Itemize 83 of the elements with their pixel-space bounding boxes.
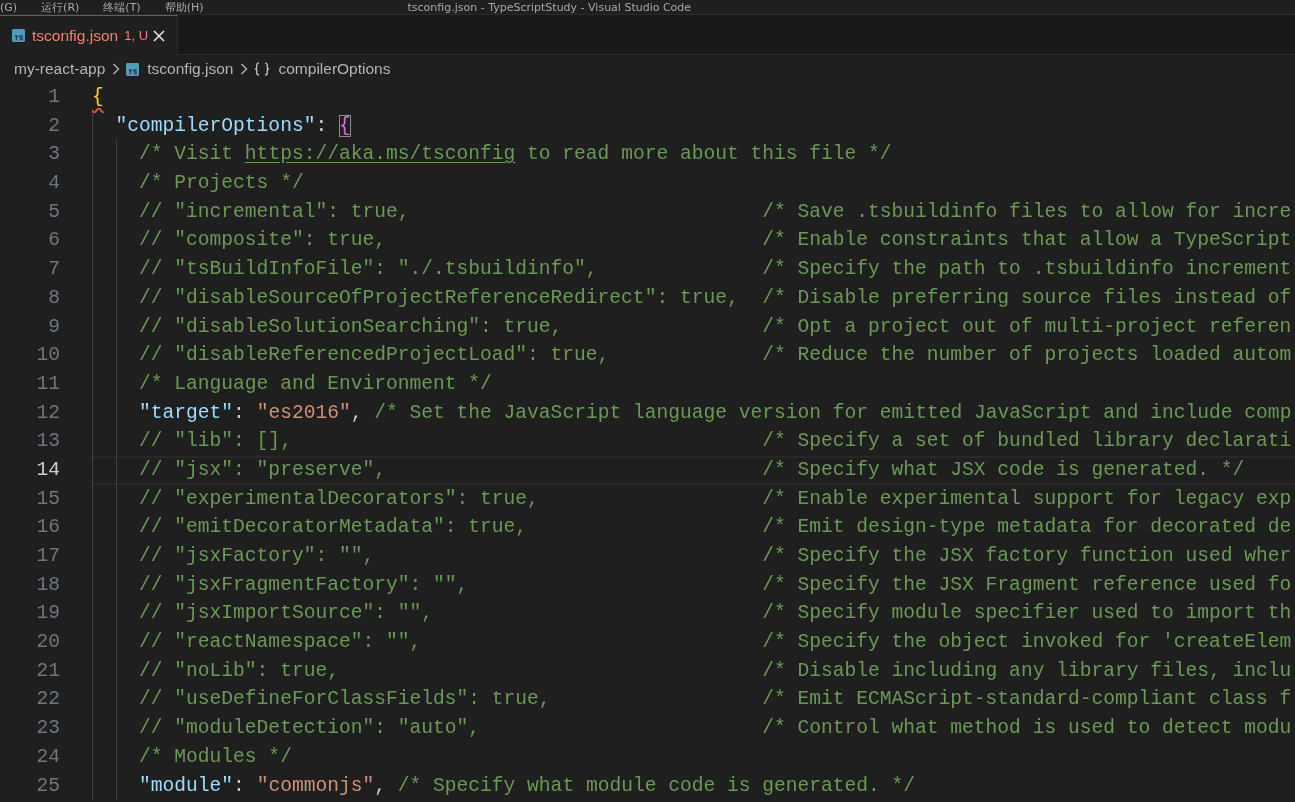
code-comment: /* Save .tsbuildinfo files to allow for incre xyxy=(762,199,1292,225)
commented-option: // "experimentalDecorators": true, xyxy=(139,484,539,514)
code-comment: /* Specify a set of bundled library declarati xyxy=(762,429,1292,455)
line-number: 11 xyxy=(35,371,60,397)
commented-option: // "moduleDetection": "auto", xyxy=(139,714,481,743)
commented-option: // "emitDecoratorMetadata": true, xyxy=(139,513,528,542)
line-number: 14 xyxy=(35,457,60,483)
code-comment: /* Visit https://aka.ms/tsconfig to read more about this file */ xyxy=(139,142,892,168)
line-number: 9 xyxy=(47,314,60,340)
breadcrumb-item[interactable]: tsconfig.json xyxy=(126,60,234,78)
line-number: 18 xyxy=(35,572,60,598)
commented-option: // "useDefineForClassFields": true, xyxy=(139,685,551,715)
line-number: 24 xyxy=(35,744,60,770)
code-comment: /* Specify the JSX Fragment reference used fo xyxy=(762,572,1292,598)
chevron-right-icon xyxy=(112,63,121,75)
commented-option: // "lib": [], xyxy=(139,427,292,456)
line-number: 4 xyxy=(47,171,60,197)
code-comment: /* Projects */ xyxy=(139,171,304,197)
code-line: "module": "commonjs", /* Specify what module code is generated. */ xyxy=(139,773,916,799)
code-comment: /* Control what method is used to detect modu xyxy=(762,716,1292,742)
code-comment: /* Specify the object invoked for 'createElem xyxy=(762,630,1292,656)
code-comment: /* Disable preferring source files instead of xyxy=(762,285,1292,311)
menu-item[interactable]: (G) xyxy=(0,0,18,14)
editor-tab[interactable]: tsconfig.json 1, U xyxy=(0,15,178,55)
line-number: 6 xyxy=(47,228,60,254)
line-number: 20 xyxy=(35,630,60,656)
menu-item[interactable]: 帮助(H) xyxy=(164,0,204,14)
code-line: { xyxy=(92,85,104,110)
line-number: 1 xyxy=(47,85,60,110)
menu-item[interactable]: 运行(R) xyxy=(41,0,80,14)
link[interactable]: https://aka.ms/tsconfig xyxy=(244,143,516,166)
line-number: 21 xyxy=(35,658,60,684)
line-number: 3 xyxy=(47,142,60,168)
line-number: 23 xyxy=(35,716,60,742)
line-number: 7 xyxy=(47,257,60,283)
code-line: "target": "es2016", /* Set the JavaScript language version for emitted JavaScript and include comp xyxy=(139,400,1292,426)
commented-option: // "noLib": true, xyxy=(139,656,339,686)
line-number: 16 xyxy=(35,515,60,541)
file-type-icon xyxy=(12,29,25,42)
code-comment: /* Specify the JSX factory function used wher xyxy=(762,544,1292,569)
commented-option: // "disableSourceOfProjectReferenceRedirect": true, xyxy=(139,283,739,313)
line-number: 10 xyxy=(35,343,60,369)
code-line: "compilerOptions": { xyxy=(115,113,351,139)
braces-icon xyxy=(254,62,271,76)
breadcrumb-item[interactable]: compilerOptions xyxy=(254,60,391,78)
line-number: 19 xyxy=(35,601,60,627)
line-number: 15 xyxy=(35,486,60,512)
code-comment: /* Language and Environment */ xyxy=(139,371,492,397)
code-comment: /* Reduce the number of projects loaded autom xyxy=(762,343,1292,369)
code-comment: /* Opt a project out of multi-project referen xyxy=(762,314,1292,340)
line-number: 8 xyxy=(47,285,60,311)
commented-option: // "incremental": true, xyxy=(139,197,410,227)
line-number: 17 xyxy=(35,544,60,569)
file-type-icon xyxy=(126,62,140,76)
line-number: 2 xyxy=(47,113,60,139)
line-number: 13 xyxy=(35,429,60,455)
commented-option: // "reactNamespace": "", xyxy=(139,628,422,657)
commented-option: // "disableReferencedProjectLoad": true, xyxy=(139,341,610,370)
commented-option: // "tsBuildInfoFile": "./.tsbuildinfo", xyxy=(139,255,598,284)
commented-option: // "jsxFactory": "", xyxy=(139,542,375,571)
code-comment: /* Enable experimental support for legacy exp xyxy=(762,486,1292,512)
line-number: 22 xyxy=(35,687,60,713)
commented-option: // "jsxFragmentFactory": "", xyxy=(139,570,469,600)
line-number: 5 xyxy=(47,199,60,225)
code-comment: /* Specify module specifier used to import th xyxy=(762,601,1292,627)
code-comment: /* Emit ECMAScript-standard-compliant class f xyxy=(762,687,1292,713)
close-icon xyxy=(153,29,165,42)
window-title: tsconfig.json - TypeScriptStudy - Visual Studio Code xyxy=(407,0,692,14)
commented-option: // "jsx": "preserve", xyxy=(139,455,386,485)
chevron-right-icon xyxy=(240,63,249,75)
code-comment: /* Specify the path to .tsbuildinfo increment xyxy=(762,257,1292,283)
commented-option: // "jsxImportSource": "", xyxy=(139,599,433,629)
line-number: 25 xyxy=(35,773,60,799)
line-number: 12 xyxy=(35,400,60,426)
code-comment: /* Disable including any library files, inclu xyxy=(762,658,1292,684)
breadcrumb-item[interactable]: my-react-app xyxy=(14,60,106,78)
menu-item[interactable]: 终端(T) xyxy=(103,0,141,14)
code-comment: /* Enable constraints that allow a TypeScript xyxy=(762,228,1292,254)
code-comment: /* Specify what JSX code is generated. */ xyxy=(762,457,1245,483)
commented-option: // "composite": true, xyxy=(139,226,386,256)
commented-option: // "disableSolutionSearching": true, xyxy=(139,312,563,342)
code-comment: /* Emit design-type metadata for decorated de xyxy=(762,515,1292,541)
code-comment: /* Modules */ xyxy=(139,744,292,770)
